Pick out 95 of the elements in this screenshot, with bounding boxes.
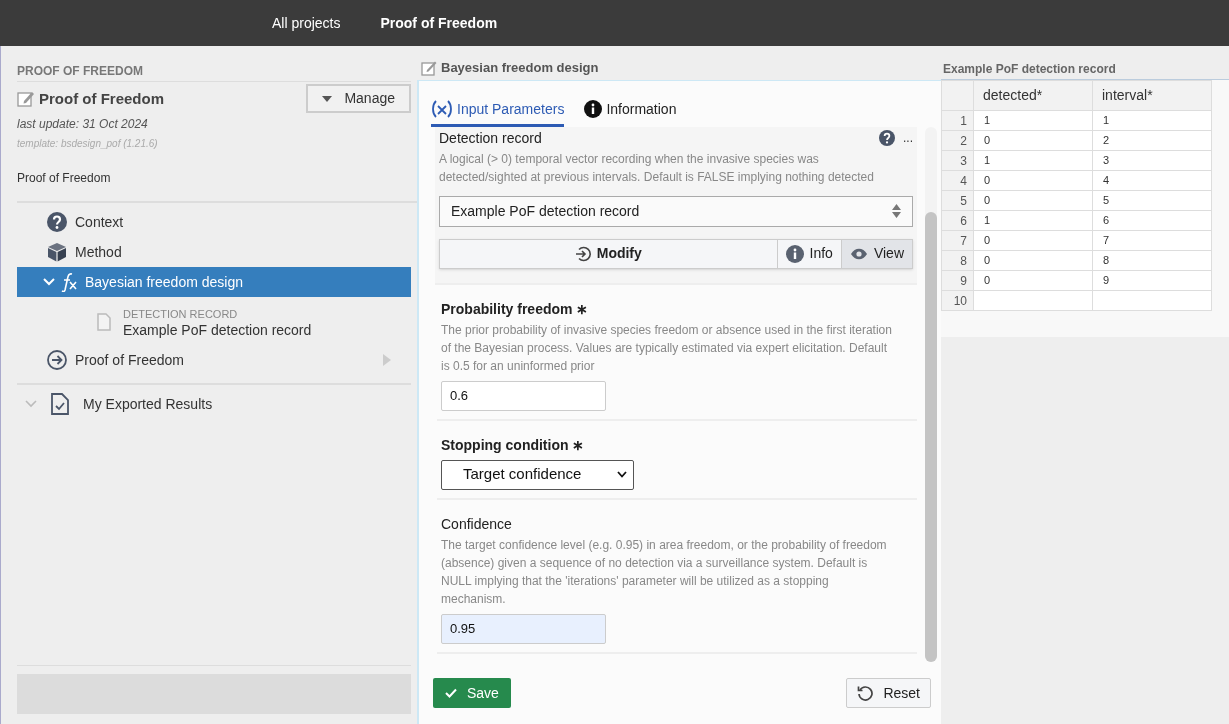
field-label: Confidence (441, 514, 512, 534)
caret-down-icon (322, 95, 333, 102)
scrollbar[interactable] (925, 126, 937, 662)
last-update: last update: 31 Oct 2024 (17, 116, 149, 133)
edit-icon (421, 59, 437, 76)
nav-link[interactable]: All projects (272, 12, 341, 34)
row-number: 6 (941, 210, 974, 231)
reset-icon (857, 685, 874, 701)
more-button[interactable]: ... (903, 129, 913, 147)
table-cell[interactable]: 1 (973, 110, 1093, 131)
project-description: Proof of Freedom (17, 169, 417, 203)
column-header[interactable]: interval* (1092, 80, 1212, 111)
tree-item-label: Bayesian freedom design (85, 272, 244, 292)
row-number: 1 (941, 110, 974, 131)
row-number: 4 (941, 170, 974, 191)
tree-item[interactable]: Bayesian freedom design (17, 267, 411, 297)
template-label: template: bsdesign_pof (1.21.6) (17, 137, 159, 151)
table-cell[interactable] (973, 290, 1093, 311)
reset-button[interactable]: Reset (846, 678, 931, 708)
checked-file-icon (51, 393, 69, 415)
table-cell[interactable]: 1 (1092, 110, 1212, 131)
number-field[interactable]: 0.95 (441, 613, 606, 644)
table-cell[interactable]: 5 (1092, 190, 1212, 211)
table-cell[interactable] (1092, 290, 1212, 311)
arrow-right-icon (47, 350, 67, 370)
project-title: Proof of Freedom (39, 89, 164, 109)
table-cell[interactable]: 1 (973, 150, 1093, 171)
results-label: My Exported Results (83, 394, 213, 414)
row-number: 2 (941, 130, 974, 151)
table-cell[interactable]: 3 (1092, 150, 1212, 171)
table-cell[interactable]: 8 (1092, 250, 1212, 271)
record-caption: DETECTION RECORD (123, 307, 239, 321)
table-cell[interactable]: 9 (1092, 270, 1212, 291)
chevron-down-icon (617, 471, 627, 478)
stopping-select[interactable]: Target confidence (441, 459, 634, 490)
cube-icon (47, 242, 67, 262)
table-cell[interactable]: 0 (973, 170, 1093, 191)
row-number: 8 (941, 250, 974, 271)
row-number: 5 (941, 190, 974, 211)
tree-item[interactable]: Context (17, 207, 411, 237)
info-button[interactable]: Info (776, 239, 841, 268)
table-cell[interactable]: 7 (1092, 230, 1212, 251)
enter-icon (574, 245, 591, 262)
file-icon (97, 313, 111, 331)
panel-title: Bayesian freedom design (441, 59, 599, 77)
column-header[interactable]: detected* (973, 80, 1093, 111)
help-icon (47, 212, 67, 232)
field-description: A logical (> 0) temporal vector recording when the invasive species was detected/sighted at previous intervals. Default is FALSE implying nothing detected (439, 150, 875, 186)
row-number: 3 (941, 150, 974, 171)
results-item[interactable]: My Exported Results (17, 383, 411, 419)
tree-item[interactable]: Proof of Freedom (17, 345, 411, 375)
record-link[interactable]: Example PoF detection record (123, 321, 312, 339)
variable-icon (431, 100, 453, 118)
table-cell[interactable]: 0 (973, 250, 1093, 271)
table-cell[interactable]: 2 (1092, 130, 1212, 151)
number-field[interactable]: 0.6 (441, 380, 606, 411)
table-cell[interactable]: 1 (973, 210, 1093, 231)
table-cell[interactable]: 4 (1092, 170, 1212, 191)
eye-icon (849, 247, 868, 260)
table-cell[interactable]: 0 (973, 190, 1093, 211)
check-icon (445, 688, 457, 698)
help-icon (879, 130, 895, 146)
chevron-down-icon (43, 278, 55, 286)
row-number: 7 (941, 230, 974, 251)
row-number: 9 (941, 270, 974, 291)
field-description: The target confidence level (e.g. 0.95) in area freedom, or the probability of freedom (absence) given a sequence of no detection via a surveillance system. Default is NULL implying that the 'iterations' parameter will be utilized as a stopping mechanism. (441, 536, 888, 608)
play-icon (383, 354, 391, 366)
view-button[interactable]: View (840, 239, 912, 268)
section-title: PROOF OF FREEDOM (17, 46, 411, 82)
tree-item-label: Method (75, 242, 123, 262)
sort-icon (892, 204, 901, 218)
manage-button[interactable]: Manage (306, 84, 411, 113)
save-button[interactable]: Save (433, 678, 511, 708)
table-cell[interactable]: 0 (973, 130, 1093, 151)
tree-item-label: Context (75, 212, 125, 232)
nav-link[interactable]: Proof of Freedom (380, 12, 498, 34)
field-label: Probability freedom ∗ (441, 299, 589, 319)
info-icon (785, 244, 804, 263)
table-cell[interactable]: 0 (973, 270, 1093, 291)
field-label: Stopping condition ∗ (441, 435, 585, 455)
dataset-select[interactable]: Example PoF detection record (439, 195, 913, 227)
edit-icon (17, 90, 35, 109)
table-title: Example PoF detection record (942, 61, 1117, 78)
info-icon (584, 100, 603, 118)
tree-item-label: Proof of Freedom (75, 350, 185, 370)
chevron-down-icon (25, 400, 37, 408)
table-cell[interactable]: 0 (973, 230, 1093, 251)
table-cell[interactable]: 6 (1092, 210, 1212, 231)
field-description: The prior probability of invasive species freedom or absence used in the first iteration of the Bayesian process. Values are typically estimated via expert elicitation. Default is 0.5 for an uninformed prior (441, 321, 893, 375)
row-number: 10 (941, 290, 974, 311)
function-icon (59, 272, 79, 292)
field-label: Detection record (439, 128, 542, 148)
tree-item[interactable]: Method (17, 237, 411, 267)
modify-button[interactable]: Modify (440, 239, 777, 268)
tab[interactable]: Information (584, 98, 677, 127)
